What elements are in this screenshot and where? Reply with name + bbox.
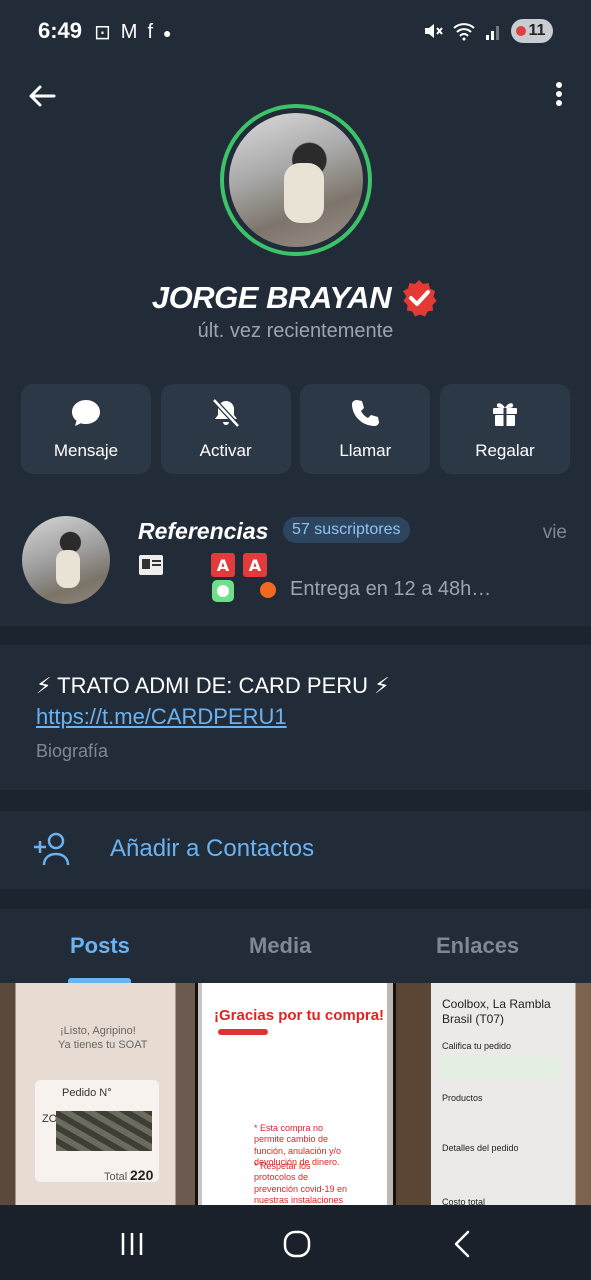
thumb3-line1: Coolbox, La Rambla Brasil (T07) — [442, 997, 551, 1026]
thumb1-line1: ¡Listo, Agripino! — [60, 1025, 136, 1037]
thumb1-line6: 220 — [130, 1167, 154, 1183]
channel-title: Referencias — [138, 518, 269, 544]
bell-off-icon — [211, 398, 240, 428]
phone-icon — [352, 400, 380, 426]
thumb2-redaction-bar — [218, 1029, 268, 1035]
notification-icons: ⊡ M f ● — [94, 20, 171, 45]
bio-link[interactable]: https://t.me/CARDPERU1 — [36, 704, 287, 730]
battery-indicator: 11 — [511, 19, 553, 43]
thumb1-cash-image — [56, 1111, 152, 1151]
thumb1-line5: Total — [104, 1171, 128, 1183]
posts-grid: ¡Listo, Agripino! Ya tienes tu SOAT Pedi… — [0, 983, 591, 1205]
letter-a-emoji-icon: A — [211, 553, 235, 577]
orange-dot-emoji-icon — [260, 582, 276, 598]
dot-icon: ● — [163, 24, 172, 41]
bio-label: Biografía — [36, 741, 109, 761]
unmute-button-label: Activar — [199, 441, 252, 460]
wifi-icon — [453, 23, 475, 41]
post-thumbnail-2[interactable]: ¡Gracias por tu compra! * Esta compra no… — [198, 983, 393, 1205]
action-buttons: Mensaje Activar Llamar Regalar — [21, 384, 570, 474]
channel-preview: A A Entrega en 12 a 48h… — [138, 552, 568, 606]
signal-icon — [486, 26, 499, 40]
screenshot-icon: ⊡ — [94, 22, 111, 44]
gmail-icon: M — [120, 21, 138, 43]
channel-date: vie — [542, 522, 567, 543]
thumb1-line2: Ya tienes tu SOAT — [58, 1039, 148, 1051]
channel-avatar — [22, 516, 110, 604]
tab-links[interactable]: Enlaces — [436, 933, 519, 959]
bio-text: ⚡ TRATO ADMI DE: CARD PERU ⚡ — [36, 673, 390, 698]
green-emoji-icon — [212, 580, 234, 602]
tab-posts[interactable]: Posts — [70, 933, 130, 959]
status-bar: 6:49 ⊡ M f ● 11 — [0, 0, 591, 64]
post-thumbnail-1[interactable]: ¡Listo, Agripino! Ya tienes tu SOAT Pedi… — [0, 983, 195, 1205]
gift-button-label: Regalar — [475, 441, 535, 460]
post-thumbnail-3[interactable]: Coolbox, La Rambla Brasil (T07) Califica… — [396, 983, 591, 1205]
add-to-contacts-row[interactable]: Añadir a Contactos — [0, 811, 591, 889]
last-seen-status: últ. vez recientemente — [197, 320, 394, 342]
thumb3-line3: Productos — [442, 1093, 483, 1103]
personal-channel-card[interactable]: Referencias 57 suscriptores vie A A Entr… — [0, 494, 591, 626]
message-button[interactable]: Mensaje — [21, 384, 151, 474]
recent-apps-icon[interactable] — [115, 1227, 149, 1261]
more-options-icon[interactable] — [551, 78, 567, 110]
thumb3-line4: Detalles del pedido — [442, 1143, 519, 1153]
mute-icon — [425, 24, 443, 38]
media-tabs: Posts Media Enlaces — [0, 909, 591, 983]
thumb3-line5: Costo total — [442, 1197, 486, 1205]
add-user-icon — [34, 832, 70, 866]
profile-name-row: JORGE BRAYAN — [0, 278, 591, 318]
subscribers-badge: 57 suscriptores — [283, 517, 410, 543]
unmute-button[interactable]: Activar — [160, 384, 291, 474]
bio-section: ⚡ TRATO ADMI DE: CARD PERU ⚡ https://t.m… — [0, 645, 591, 790]
thumb3-line2: Califica tu pedido — [442, 1041, 512, 1051]
verified-badge-icon — [403, 280, 437, 317]
svg-text:A: A — [249, 556, 262, 575]
back-nav-icon[interactable] — [446, 1227, 480, 1261]
channel-preview-text: Entrega en 12 a 48h… — [290, 578, 492, 600]
system-navigation-bar — [0, 1205, 591, 1280]
tab-media[interactable]: Media — [249, 933, 311, 959]
gift-button[interactable]: Regalar — [439, 384, 570, 474]
call-button-label: Llamar — [339, 441, 392, 460]
letter-a-emoji-icon-2: A — [243, 553, 267, 577]
profile-header: JORGE BRAYAN últ. vez recientemente Mens… — [0, 64, 591, 494]
emoji-row: A A — [138, 552, 268, 578]
status-time: 6:49 — [38, 18, 83, 43]
call-button[interactable]: Llamar — [300, 384, 431, 474]
status-right-icons: 11 — [423, 19, 553, 43]
id-card-emoji-icon — [139, 555, 163, 575]
message-button-label: Mensaje — [53, 441, 119, 460]
svg-text:A: A — [217, 556, 230, 575]
battery-saver-icon — [516, 26, 526, 36]
thumb3-green-card — [440, 1057, 560, 1077]
thumb2-line1: ¡Gracias por tu compra! — [214, 1007, 385, 1024]
back-arrow-icon[interactable] — [26, 80, 58, 112]
gift-icon — [492, 403, 517, 426]
profile-name: JORGE BRAYAN — [151, 280, 392, 315]
facebook-icon: f — [147, 21, 153, 43]
message-icon — [72, 400, 100, 426]
battery-level: 11 — [528, 22, 546, 39]
profile-photo — [229, 113, 363, 247]
thumb2-line3: * Respetar los protocolos de prevención … — [254, 1161, 348, 1205]
add-to-contacts-label: Añadir a Contactos — [110, 835, 315, 862]
profile-avatar[interactable] — [220, 104, 372, 256]
home-icon[interactable] — [280, 1227, 314, 1261]
thumb1-line3: Pedido N° — [62, 1087, 112, 1099]
